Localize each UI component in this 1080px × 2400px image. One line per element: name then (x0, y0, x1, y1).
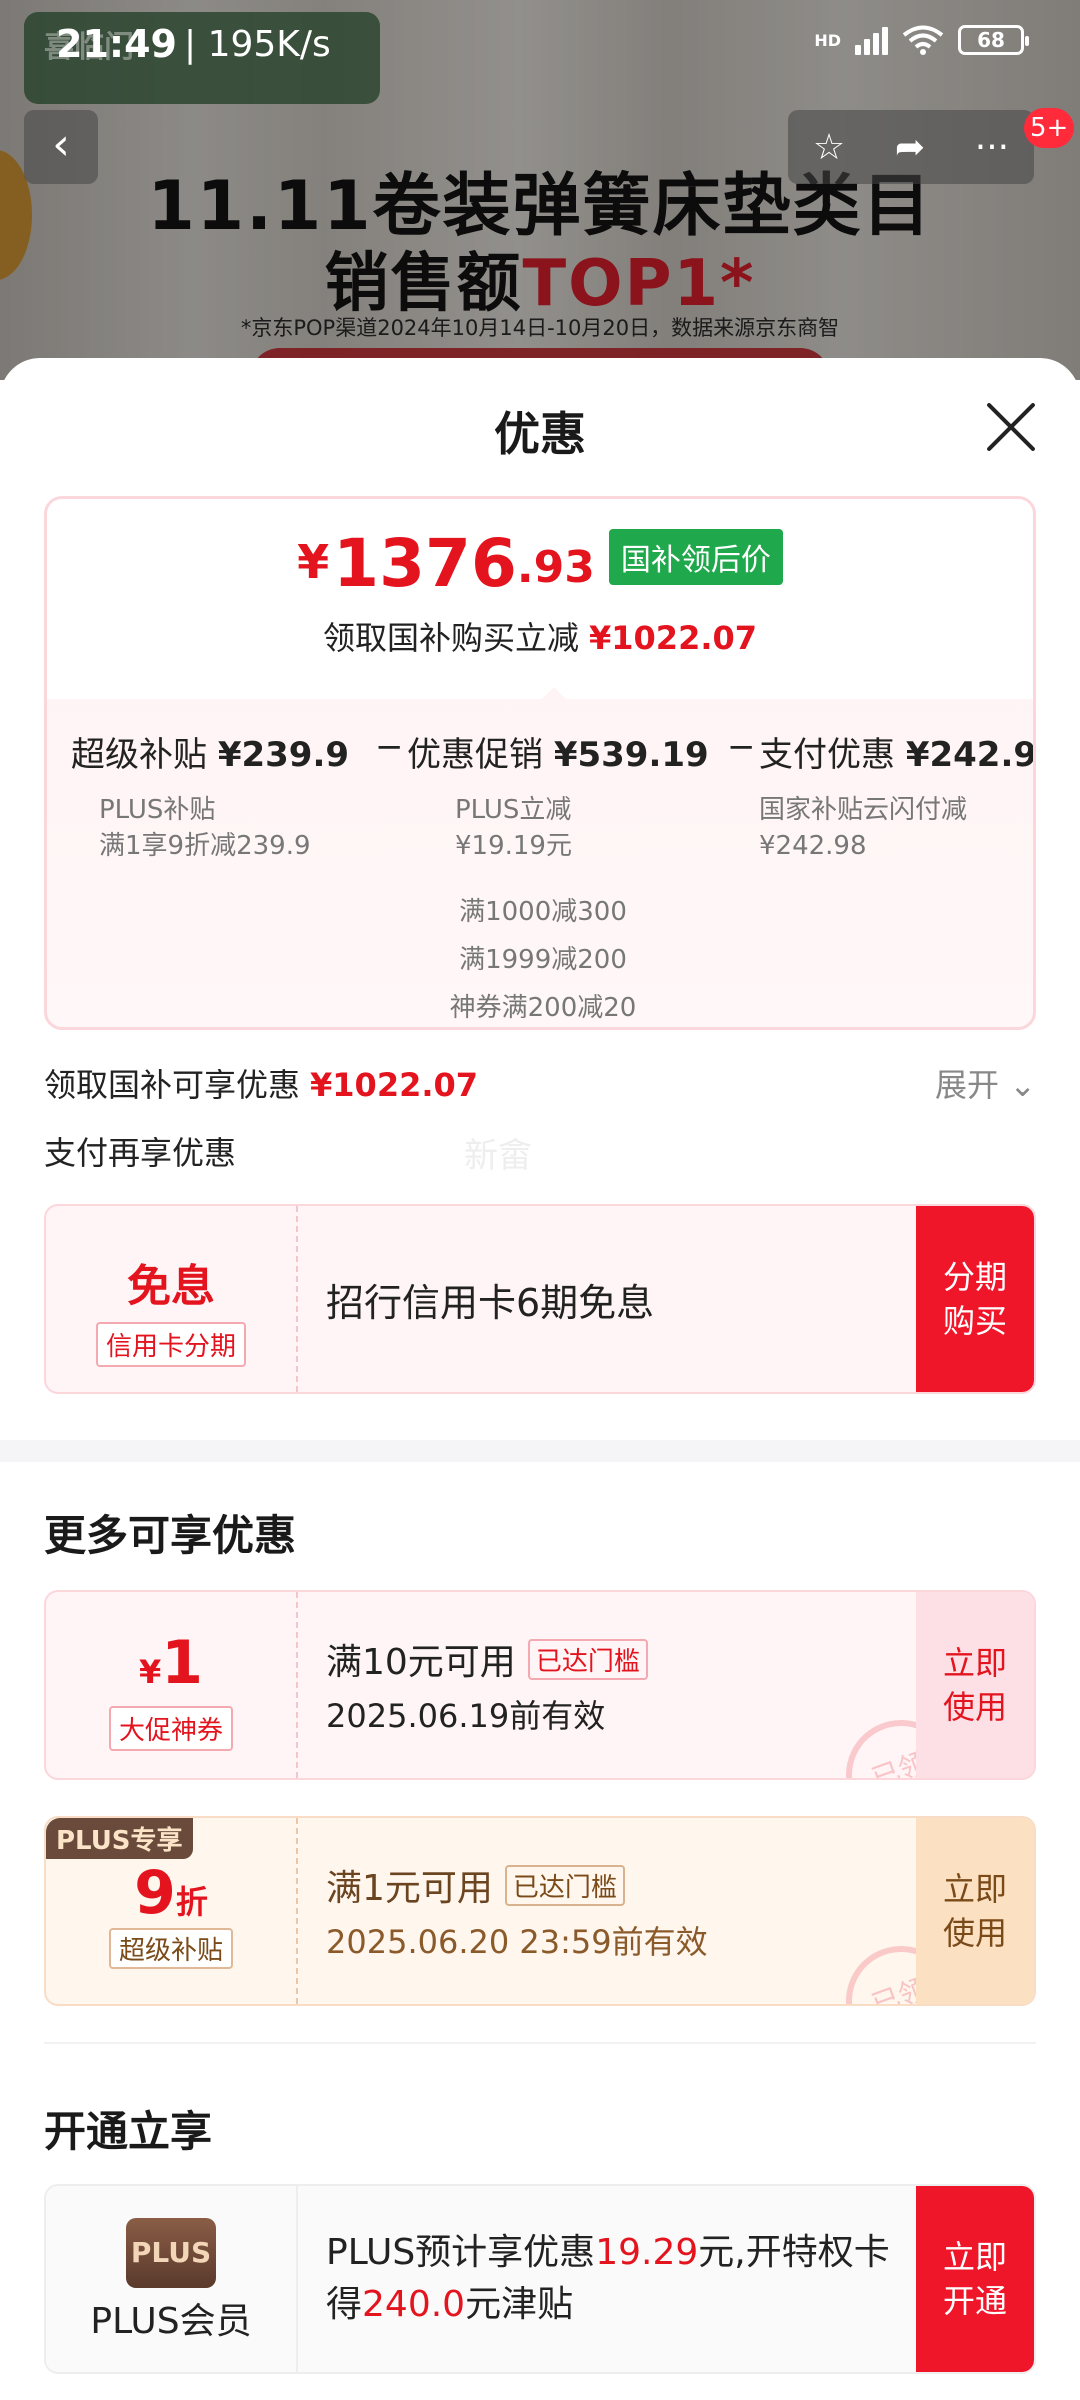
minus-icon: − (375, 727, 404, 767)
watermark-text: 新畲 (464, 1136, 532, 1176)
price-subtitle: 领取国补购买立减 ¥1022.07 (322, 619, 758, 657)
gov-subsidy-row: 领取国补可享优惠 ¥1022.07 展开 ⌄ (44, 1060, 1036, 1110)
open-membership-title: 开通立享 (44, 2107, 213, 2156)
breakdown-promotion: 优惠促销 ¥539.19 PLUS立减 ¥19.19元 (407, 735, 709, 861)
divider-line (44, 2042, 1036, 2044)
coupon-condition: 满10元可用 (326, 1642, 516, 1683)
credit-installment-tag: 信用卡分期 (95, 1322, 246, 1367)
coupon-expiry: 2025.06.19前有效 (326, 1697, 606, 1735)
signal-icon (855, 25, 888, 55)
minus-icon: − (727, 727, 756, 767)
pointer-arrow (540, 687, 568, 701)
promo-rule: 满1000减300 (459, 897, 627, 927)
more-offers-title: 更多可享优惠 (44, 1511, 297, 1560)
expand-toggle[interactable]: 展开 ⌄ (935, 1060, 1036, 1106)
breakdown-super-subsidy: 超级补贴 ¥239.9 PLUS补贴 满1享9折减239.9 (71, 735, 350, 861)
use-coupon-button[interactable]: 立即 使用 (916, 1592, 1034, 1778)
discount-amount: 9折 (134, 1858, 208, 1928)
message-badge: 5+ (1024, 108, 1075, 148)
final-price: ¥ 1376 .93 国补领后价 (47, 529, 1033, 597)
status-network-speed: | 195K/s (184, 24, 331, 65)
coupon-condition: 满1元可用 (326, 1868, 493, 1909)
plus-benefit-text: PLUS预计享优惠19.29元,开特权卡得240.0元津贴 (326, 2232, 890, 2325)
installment-description: 招行信用卡6期免息 (326, 1280, 655, 1325)
status-bar: 21:49 | 195K/s HD 68 (0, 0, 1080, 100)
back-button[interactable]: ‹ (24, 110, 98, 184)
more-icon[interactable]: ··· (975, 127, 1009, 168)
plus-coupon-card: PLUS专享 9折 超级补贴 满1元可用 已达门槛 2025.06.20 23:5… (44, 1816, 1036, 2006)
coupon-type-tag: 大促神券 (108, 1706, 233, 1751)
section-divider (0, 1440, 1080, 1462)
threshold-badge: 已达门槛 (504, 1864, 625, 1906)
plus-logo-icon: PLUS (126, 2218, 216, 2288)
promo-rule: 神券满200减20 (449, 993, 637, 1023)
promo-rule: 满1999减200 (459, 945, 627, 975)
pay-again-label: 支付再享优惠 (44, 1134, 237, 1172)
use-coupon-button[interactable]: 立即 使用 (916, 1818, 1034, 2004)
favorite-icon[interactable]: ☆ (813, 127, 845, 168)
top-toolbar: ☆ ➦ ··· (788, 110, 1034, 184)
network-type-label: HD (814, 30, 841, 50)
threshold-badge: 已达门槛 (527, 1638, 648, 1680)
share-icon[interactable]: ➦ (895, 127, 925, 168)
close-icon[interactable] (984, 400, 1038, 454)
wifi-icon (902, 25, 944, 55)
chevron-down-icon: ⌄ (1009, 1066, 1036, 1104)
plus-member-label: PLUS会员 (90, 2301, 252, 2342)
sheet-title: 优惠 (494, 407, 586, 461)
installment-buy-button[interactable]: 分期 购买 (916, 1206, 1034, 1392)
product-page-background: 喜临门 11.11卷装弹簧床垫类目 销售额TOP1* *京东POP渠道2024年… (0, 0, 1080, 380)
coupon-card: ¥1 大促神券 满10元可用 已达门槛 2025.06.19前有效 已领 立即 使用 (44, 1590, 1036, 1780)
coupon-amount: ¥1 (138, 1628, 203, 1698)
discount-bottom-sheet: 优惠 ¥ 1376 .93 国补领后价 领取国补购买立减 ¥1022.07 超级补… (0, 358, 1080, 2400)
installment-card: 免息 信用卡分期 招行信用卡6期免息 分期 购买 (44, 1204, 1036, 1394)
super-subsidy-tag: 超级补贴 (108, 1928, 233, 1969)
price-type-tag: 国补领后价 (608, 529, 783, 585)
open-plus-button[interactable]: 立即 开通 (916, 2186, 1034, 2372)
status-time: 21:49 (56, 22, 177, 66)
price-summary-card: ¥ 1376 .93 国补领后价 领取国补购买立减 ¥1022.07 超级补贴 ¥… (44, 496, 1036, 1030)
plus-member-card: PLUS PLUS会员 PLUS预计享优惠19.29元,开特权卡得240.0元津… (44, 2184, 1036, 2374)
coupon-expiry: 2025.06.20 23:59前有效 (326, 1923, 708, 1961)
battery-icon: 68 (958, 25, 1029, 55)
interest-free-title: 免息 (127, 1261, 215, 1312)
breakdown-payment: 支付优惠 ¥242.98 国家补贴云闪付减 ¥242.98 (759, 735, 1036, 861)
